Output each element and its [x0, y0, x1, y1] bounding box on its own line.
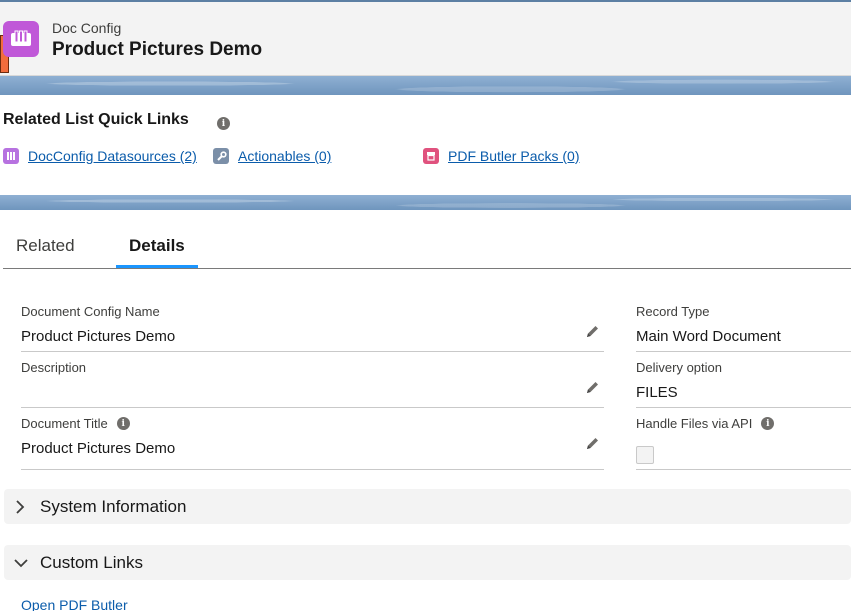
record-title: Product Pictures Demo [52, 39, 263, 60]
field-value: Product Pictures Demo [21, 328, 176, 345]
field-handle-files-via-api: Handle Files via API i [636, 416, 851, 470]
decorative-band [0, 76, 851, 95]
package-icon [423, 148, 439, 164]
quick-link-label: DocConfig Datasources (2) [28, 148, 197, 164]
section-title: System Information [40, 496, 187, 516]
chevron-right-icon [14, 499, 38, 514]
record-header: Doc Config Product Pictures Demo [0, 0, 851, 76]
handle-files-checkbox[interactable] [636, 446, 654, 464]
field-value: Product Pictures Demo [21, 440, 176, 457]
field-label: Description [21, 360, 87, 375]
datasource-icon [3, 148, 19, 164]
field-record-type: Record Type Main Word Document [636, 304, 851, 352]
book-icon [3, 21, 39, 57]
tab-details[interactable]: Details [116, 236, 198, 268]
field-delivery-option: Delivery option FILES [636, 360, 851, 408]
pencil-icon[interactable] [585, 436, 600, 456]
field-label: Handle Files via API i [636, 416, 775, 431]
quick-link-pdf-butler-packs[interactable]: PDF Butler Packs (0) [423, 148, 579, 164]
chevron-down-icon [14, 557, 38, 569]
field-label-text: Document Title [21, 416, 108, 431]
field-label: Document Config Name [21, 304, 160, 319]
object-label: Doc Config [52, 20, 122, 36]
field-description: Description [21, 360, 604, 408]
field-label: Record Type [636, 304, 710, 319]
quick-link-actionables[interactable]: Actionables (0) [213, 148, 331, 164]
field-value: FILES [636, 384, 678, 401]
open-pdf-butler-link[interactable]: Open PDF Butler [21, 597, 128, 611]
field-value: Main Word Document [636, 328, 781, 345]
info-icon[interactable]: i [116, 417, 130, 430]
pencil-icon[interactable] [585, 324, 600, 344]
section-system-information[interactable]: System Information [4, 489, 851, 524]
field-document-config-name: Document Config Name Product Pictures De… [21, 304, 604, 352]
quick-links-title: Related List Quick Links [3, 111, 189, 128]
field-label: Delivery option [636, 360, 722, 375]
section-custom-links[interactable]: Custom Links [4, 545, 851, 580]
pencil-icon[interactable] [585, 380, 600, 400]
field-label-text: Handle Files via API [636, 416, 753, 431]
wrench-icon [213, 148, 229, 164]
field-label: Document Title i [21, 416, 130, 431]
quick-link-label: PDF Butler Packs (0) [448, 148, 580, 164]
section-title: Custom Links [40, 552, 143, 572]
record-tabs: Related Details [3, 226, 851, 269]
quick-links-card: Related List Quick Links i DocConfig Dat… [0, 95, 851, 195]
tab-related[interactable]: Related [3, 236, 88, 268]
info-icon[interactable]: i [761, 417, 775, 430]
field-document-title: Document Title i Product Pictures Demo [21, 416, 604, 470]
quick-link-label: Actionables (0) [238, 148, 332, 164]
decorative-band [0, 195, 851, 210]
info-icon[interactable]: i [217, 117, 230, 130]
quick-link-datasources[interactable]: DocConfig Datasources (2) [3, 148, 197, 164]
